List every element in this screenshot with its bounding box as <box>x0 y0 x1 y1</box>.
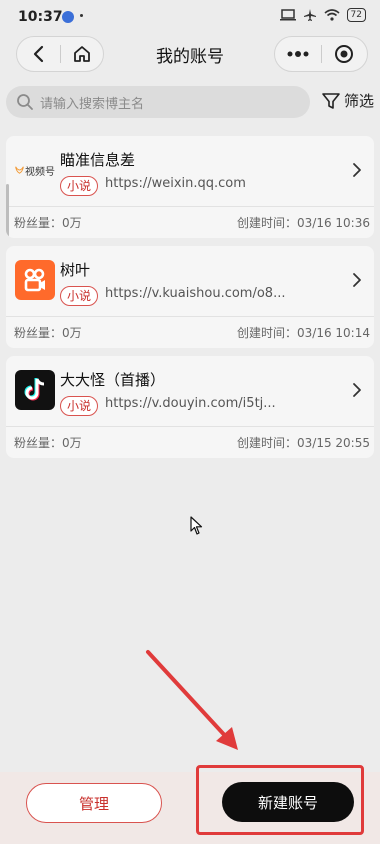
status-time: 10:37 <box>18 9 63 25</box>
account-url: https://v.kuaishou.com/o8... <box>105 286 286 301</box>
category-tag: 小说 <box>60 286 99 306</box>
shipinhao-logo-icon: 视频号 <box>15 150 55 190</box>
filter-button[interactable]: 筛选 <box>321 90 374 111</box>
more-button[interactable] <box>275 37 321 71</box>
account-name: 树叶 <box>60 261 91 279</box>
scrollbar[interactable] <box>6 184 9 238</box>
wifi-icon <box>324 9 340 21</box>
created-time: 创建时间：03/16 10:14 <box>237 326 370 340</box>
chevron-right-icon <box>353 273 361 287</box>
account-name: 大大怪（首播） <box>60 371 166 389</box>
account-card[interactable]: 树叶 小说 https://v.kuaishou.com/o8... 粉丝量：0… <box>6 246 374 348</box>
card-divider <box>6 316 374 317</box>
account-card[interactable]: 大大怪（首播） 小说 https://v.douyin.com/i5tj... … <box>6 356 374 458</box>
account-url: https://v.douyin.com/i5tj... <box>105 396 276 411</box>
search-icon <box>17 94 33 110</box>
created-time: 创建时间：03/16 10:36 <box>237 216 370 230</box>
chevron-right-icon <box>353 383 361 397</box>
filter-label: 筛选 <box>343 92 374 110</box>
new-account-button[interactable]: 新建账号 <box>222 782 354 822</box>
fans-count: 粉丝量：0万 <box>14 326 82 340</box>
account-list: 视频号 瞄准信息差 小说 https://weixin.qq.com 粉丝量：0… <box>6 136 374 466</box>
miniprogram-capsule <box>274 36 368 72</box>
battery-indicator: 72 <box>346 8 366 22</box>
laptop-icon <box>279 9 296 21</box>
created-time: 创建时间：03/15 20:55 <box>237 436 370 450</box>
account-name: 瞄准信息差 <box>60 151 136 169</box>
fans-count: 粉丝量：0万 <box>14 216 82 230</box>
manage-button[interactable]: 管理 <box>26 783 162 823</box>
douyin-logo-icon <box>15 370 55 410</box>
status-bar: 10:37 72 <box>0 0 380 34</box>
kuaishou-camera-icon <box>24 268 45 292</box>
app-notification-icon <box>62 11 74 23</box>
card-divider <box>6 206 374 207</box>
fans-count: 粉丝量：0万 <box>14 436 82 450</box>
category-tag: 小说 <box>60 176 99 196</box>
more-dots-icon <box>287 51 309 57</box>
platform-label: 视频号 <box>25 166 55 178</box>
target-circle-icon <box>335 45 354 63</box>
close-miniprogram-button[interactable] <box>322 37 368 71</box>
douyin-note-icon <box>24 378 45 401</box>
category-tag: 小说 <box>60 396 99 416</box>
card-divider <box>6 426 374 427</box>
system-icons: 72 <box>279 8 366 22</box>
airplane-icon <box>303 9 316 21</box>
mouse-cursor-icon <box>190 516 203 535</box>
search-placeholder: 请输入搜索博主名 <box>40 96 145 112</box>
search-input[interactable]: 请输入搜索博主名 <box>6 86 310 118</box>
kuaishou-logo-icon <box>15 260 55 300</box>
chevron-right-icon <box>353 163 361 177</box>
account-url: https://weixin.qq.com <box>105 176 246 191</box>
nav-bar: 我的账号 <box>0 34 380 74</box>
bottom-action-bar: 管理 新建账号 <box>0 765 380 844</box>
shipinhao-butterfly-icon <box>15 166 24 174</box>
account-card[interactable]: 视频号 瞄准信息差 小说 https://weixin.qq.com 粉丝量：0… <box>6 136 374 238</box>
notification-dot-icon <box>80 14 83 17</box>
funnel-icon <box>322 92 340 109</box>
